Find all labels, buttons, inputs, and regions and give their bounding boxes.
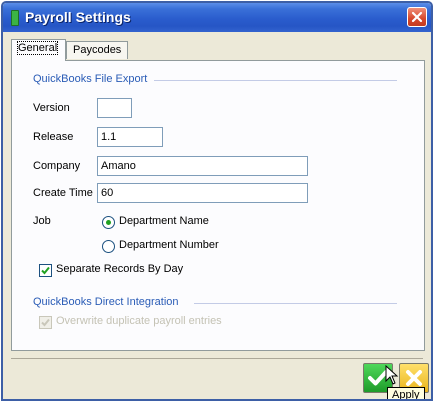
radio-department-name-label[interactable]: Department Name (119, 215, 209, 227)
company-label: Company (33, 160, 81, 172)
group-title-file-export: QuickBooks File Export (33, 73, 148, 85)
company-input[interactable] (97, 156, 308, 176)
group-title-direct-integration: QuickBooks Direct Integration (33, 296, 179, 308)
close-icon (411, 11, 423, 23)
apply-tooltip: Apply (387, 387, 425, 399)
payroll-settings-window: Payroll Settings General Paycodes QuickB… (1, 1, 433, 401)
title-bar[interactable]: Payroll Settings (3, 3, 431, 32)
general-tab-panel: QuickBooks File Export Version Release C… (11, 60, 425, 351)
radio-department-number-label[interactable]: Department Number (119, 239, 219, 251)
version-label: Version (33, 102, 70, 114)
release-input[interactable] (97, 127, 163, 147)
group-divider (154, 80, 397, 81)
version-input[interactable] (97, 98, 132, 118)
create-time-label: Create Time (33, 187, 93, 199)
close-button[interactable] (407, 7, 427, 27)
separate-records-label[interactable]: Separate Records By Day (56, 263, 183, 275)
radio-selected-dot (106, 220, 111, 225)
job-label: Job (33, 215, 51, 227)
tab-paycodes[interactable]: Paycodes (66, 41, 128, 59)
overwrite-duplicates-label: Overwrite duplicate payroll entries (56, 315, 222, 327)
radio-department-number[interactable] (102, 240, 115, 253)
tab-general-label: General (16, 41, 59, 55)
tab-general[interactable]: General (11, 39, 66, 61)
radio-department-name[interactable] (102, 216, 115, 229)
checkmark-icon (41, 266, 50, 275)
group-divider (194, 303, 397, 304)
button-bar-divider (11, 358, 423, 359)
window-title: Payroll Settings (25, 9, 131, 25)
app-icon (11, 10, 19, 26)
tab-paycodes-label: Paycodes (73, 44, 122, 56)
release-label: Release (33, 131, 74, 143)
create-time-input[interactable] (97, 183, 308, 203)
checkmark-icon (41, 318, 50, 327)
overwrite-duplicates-checkbox[interactable] (39, 316, 52, 329)
mouse-cursor-icon (385, 365, 399, 385)
separate-records-checkbox[interactable] (39, 264, 52, 277)
